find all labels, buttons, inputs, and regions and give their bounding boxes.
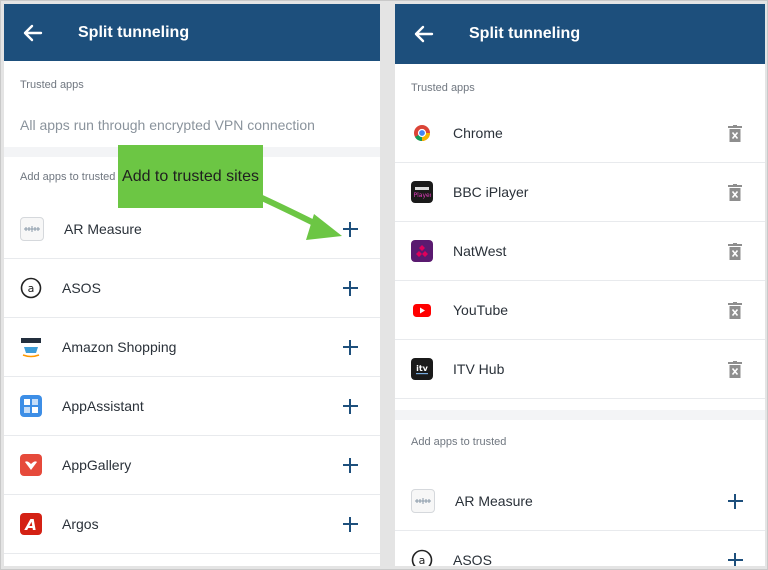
svg-text:a: a [28, 282, 35, 295]
trusted-apps-label: Trusted apps [20, 79, 84, 91]
list-item[interactable]: AR Measure [395, 472, 765, 531]
add-app-button[interactable] [330, 504, 370, 544]
natwest-icon [411, 240, 433, 262]
app-name: BBC iPlayer [453, 184, 529, 200]
add-app-button[interactable] [330, 386, 370, 426]
remove-app-button[interactable] [715, 290, 755, 330]
list-item[interactable]: AppGallery [4, 436, 380, 495]
add-apps-label: Add apps to trusted [411, 436, 507, 448]
trash-icon [728, 242, 742, 260]
app-name: YouTube [453, 302, 509, 318]
asos-icon: a [20, 277, 42, 299]
available-apps-list: AR Measure a ASOS [395, 472, 765, 566]
list-item[interactable]: Amazon Shopping [4, 318, 380, 377]
ar-measure-icon [20, 217, 44, 241]
list-item[interactable]: a ASOS [395, 531, 765, 566]
youtube-icon [411, 299, 433, 321]
add-app-button[interactable] [715, 481, 755, 521]
amazon-icon [20, 336, 42, 358]
list-item[interactable]: itv ITV Hub [395, 340, 765, 399]
ar-measure-icon [411, 489, 435, 513]
bbc-iplayer-icon: iPlayer [411, 181, 433, 203]
list-item[interactable]: A Argos [4, 495, 380, 554]
chrome-icon [411, 122, 433, 144]
plus-icon [342, 280, 358, 296]
app-name: AppAssistant [62, 398, 144, 414]
trusted-apps-label: Trusted apps [411, 82, 475, 94]
app-name: AppGallery [62, 457, 132, 473]
trusted-apps-list: Chrome iPlayer BBC iPlayer NatWest [395, 104, 765, 399]
app-name: Amazon Shopping [62, 339, 177, 355]
remove-app-button[interactable] [715, 113, 755, 153]
plus-icon [342, 398, 358, 414]
plus-icon [342, 457, 358, 473]
argos-icon: A [20, 513, 42, 535]
app-bar: Split tunneling [4, 4, 380, 61]
app-name: ASOS [62, 280, 101, 296]
list-item[interactable]: AppAssistant [4, 377, 380, 436]
callout-arrow-icon [259, 195, 342, 240]
split-tunneling-screen-empty: Split tunneling Trusted apps All apps ru… [4, 4, 380, 566]
add-app-button[interactable] [715, 540, 755, 566]
add-app-button[interactable] [330, 327, 370, 367]
app-name: ITV Hub [453, 361, 505, 377]
app-name: Chrome [453, 125, 503, 141]
svg-text:a: a [419, 554, 426, 566]
section-divider [395, 410, 765, 420]
trash-icon [728, 360, 742, 378]
page-title: Split tunneling [78, 23, 190, 41]
app-bar: Split tunneling [395, 4, 765, 64]
asos-icon: a [411, 549, 433, 566]
plus-icon [342, 516, 358, 532]
svg-text:iPlayer: iPlayer [413, 192, 431, 199]
split-tunneling-screen-populated: Split tunneling Trusted apps Chrome iPla… [395, 4, 765, 566]
list-item[interactable]: YouTube [395, 281, 765, 340]
appgallery-icon [20, 454, 42, 476]
no-trusted-apps-text: All apps run through encrypted VPN conne… [20, 117, 315, 133]
app-name: ASOS [453, 552, 492, 566]
available-apps-list: AR Measure a ASOS Amazon Shopping AppAss… [4, 200, 380, 554]
app-name: NatWest [453, 243, 507, 259]
app-name: Argos [62, 516, 99, 532]
page-title: Split tunneling [469, 25, 581, 42]
plus-icon [727, 493, 743, 509]
plus-icon [342, 339, 358, 355]
back-arrow-icon [23, 24, 43, 41]
back-arrow-icon [414, 25, 434, 43]
svg-text:itv: itv [416, 364, 429, 373]
itv-hub-icon: itv [411, 358, 433, 380]
remove-app-button[interactable] [715, 172, 755, 212]
list-item[interactable]: iPlayer BBC iPlayer [395, 163, 765, 222]
add-app-button[interactable] [330, 268, 370, 308]
back-button[interactable] [4, 4, 62, 61]
appassistant-icon [20, 395, 42, 417]
trash-icon [728, 183, 742, 201]
list-item[interactable]: Chrome [395, 104, 765, 163]
remove-app-button[interactable] [715, 349, 755, 389]
list-item[interactable]: NatWest [395, 222, 765, 281]
trash-icon [728, 124, 742, 142]
back-button[interactable] [395, 4, 453, 64]
app-name: AR Measure [455, 493, 533, 509]
svg-text:A: A [24, 516, 37, 532]
remove-app-button[interactable] [715, 231, 755, 271]
callout-box: Add to trusted sites [118, 145, 263, 208]
list-item[interactable]: a ASOS [4, 259, 380, 318]
plus-icon [727, 552, 743, 566]
trash-icon [728, 301, 742, 319]
add-app-button[interactable] [330, 445, 370, 485]
